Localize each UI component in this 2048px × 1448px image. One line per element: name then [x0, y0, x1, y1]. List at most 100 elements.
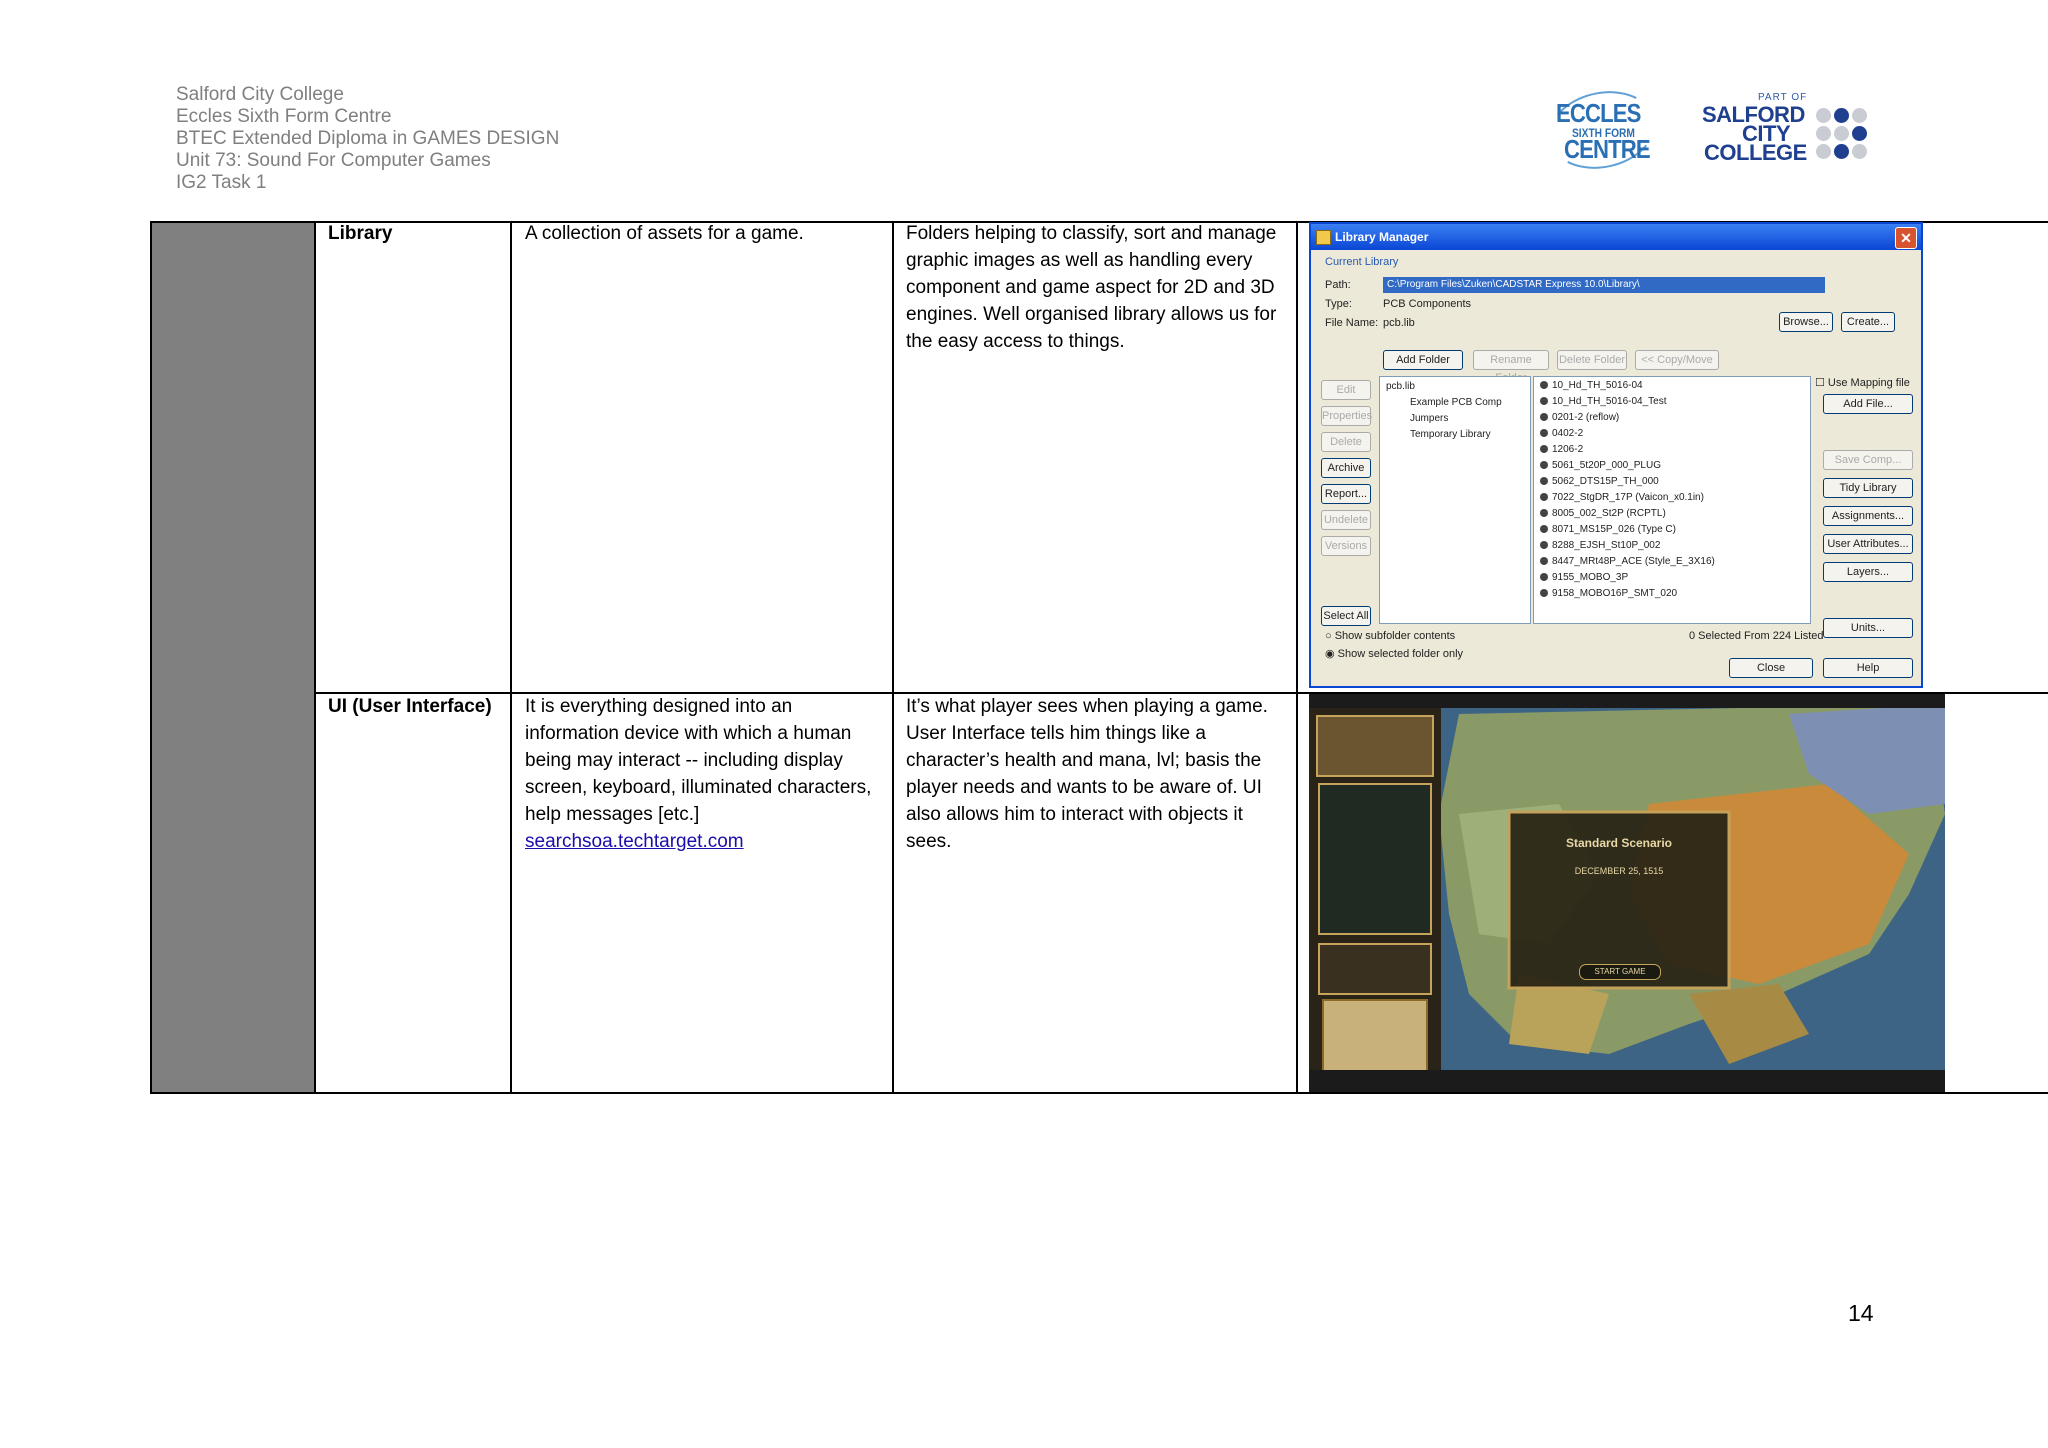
tree-item: Jumpers — [1410, 413, 1449, 424]
group-label: Current Library — [1325, 256, 1399, 268]
table-column-divider — [892, 221, 894, 1094]
header-task: IG2 Task 1 — [176, 172, 267, 193]
tidy-library-button: Tidy Library — [1823, 478, 1913, 498]
eccles-centre-logo: ECCLES SIXTH FORM CENTRE — [1541, 81, 1663, 179]
radio-selected-folder-label: Show selected folder only — [1337, 648, 1464, 660]
document-header: Salford City College Eccles Sixth Form C… — [176, 84, 559, 194]
close-icon: ✕ — [1895, 227, 1917, 249]
header-college: Salford City College — [176, 84, 344, 105]
path-label: Path: — [1325, 279, 1351, 291]
list-item: 7022_StgDR_17P (Vaicon_x0.1in) — [1540, 492, 1704, 503]
undelete-button: Undelete — [1321, 510, 1371, 530]
path-value: C:\Program Files\Zuken\CADSTAR Express 1… — [1383, 277, 1825, 293]
table-cell-explanation: It’s what player sees when playing a gam… — [906, 696, 1268, 852]
list-item: 5061_5t20P_000_PLUG — [1540, 460, 1661, 471]
delete-button: Delete — [1321, 432, 1371, 452]
properties-button: Properties — [1321, 406, 1372, 426]
header-unit: Unit 73: Sound For Computer Games — [176, 150, 491, 171]
salford-city-college-logo: PART OF SALFORD CITY COLLEGE — [1700, 90, 1870, 170]
library-icon — [1316, 230, 1331, 245]
list-item: 8071_MS15P_026 (Type C) — [1540, 524, 1676, 535]
units-button: Units... — [1823, 618, 1913, 638]
rename-folder-button: Rename Folder — [1473, 350, 1549, 384]
add-folder-button: Add Folder — [1383, 350, 1463, 370]
browse-button: Browse... — [1779, 312, 1833, 332]
use-mapping-label: Use Mapping file — [1827, 377, 1910, 389]
logo-dot — [1816, 108, 1831, 123]
component-list-panel: 10_Hd_TH_5016-04 10_Hd_TH_5016-04_Test 0… — [1533, 376, 1811, 624]
use-mapping-checkbox: ☐ Use Mapping file — [1815, 377, 1910, 389]
add-file-button: Add File... — [1823, 394, 1913, 414]
assignments-button: Assignments... — [1823, 506, 1913, 526]
logo-dot — [1816, 126, 1831, 141]
header-centre: Eccles Sixth Form Centre — [176, 106, 392, 127]
game-ui-screenshot: Standard Scenario DECEMBER 25, 1515 STAR… — [1309, 694, 1945, 1092]
logo-dot — [1852, 144, 1867, 159]
game-start-button: START GAME — [1579, 964, 1661, 980]
close-button: Close — [1729, 658, 1813, 678]
table-grey-column — [151, 222, 315, 1094]
list-item: 0402-2 — [1540, 428, 1583, 439]
table-cell-term: Library — [328, 223, 393, 244]
logo-dot — [1834, 108, 1849, 123]
type-value: PCB Components — [1383, 298, 1472, 310]
folder-tree-panel: pcb.lib Example PCB Comp Jumpers Tempora… — [1379, 376, 1531, 624]
logo-dot — [1816, 144, 1831, 159]
logo-dot — [1834, 144, 1849, 159]
edit-button: Edit — [1321, 380, 1371, 400]
source-link[interactable]: searchsoa.techtarget.com — [525, 831, 744, 852]
file-label: File Name: — [1325, 317, 1379, 329]
list-item: 1206-2 — [1540, 444, 1583, 455]
definition-text: It is everything designed into an inform… — [525, 696, 872, 825]
user-attributes-button: User Attributes... — [1823, 534, 1913, 554]
page-number: 14 — [1848, 1300, 1874, 1326]
list-item: 8288_EJSH_St10P_002 — [1540, 540, 1660, 551]
radio-subfolder: ○ Show subfolder contents — [1325, 630, 1456, 642]
window-title: Library Manager — [1335, 230, 1429, 244]
list-item: 0201-2 (reflow) — [1540, 412, 1619, 423]
list-item: 9155_MOBO_3P — [1540, 572, 1628, 583]
tree-item: Temporary Library — [1410, 429, 1491, 440]
table-cell-definition: It is everything designed into an inform… — [525, 693, 887, 855]
select-all-button: Select All — [1321, 606, 1371, 626]
list-item: 8447_MRt48P_ACE (Style_E_3X16) — [1540, 556, 1715, 567]
game-map-image — [1309, 694, 1945, 1092]
list-item: 10_Hd_TH_5016-04_Test — [1540, 396, 1667, 407]
create-button: Create... — [1841, 312, 1895, 332]
list-item: 5062_DTS15P_TH_000 — [1540, 476, 1659, 487]
game-dialog-title: Standard Scenario — [1565, 836, 1673, 850]
delete-folder-button: Delete Folder — [1557, 350, 1627, 370]
list-item: 9158_MOBO16P_SMT_020 — [1540, 588, 1677, 599]
copy-move-button: << Copy/Move — [1635, 350, 1719, 370]
status-text: 0 Selected From 224 Listed — [1689, 630, 1824, 642]
logo-dot — [1852, 108, 1867, 123]
logo-text-eccles: ECCLES — [1556, 98, 1641, 128]
logo-text-centre: CENTRE — [1564, 134, 1651, 164]
header-course: BTEC Extended Diploma in GAMES DESIGN — [176, 128, 560, 149]
save-comp-button: Save Comp... — [1823, 450, 1913, 470]
report-button: Report... — [1321, 484, 1371, 504]
list-item: 10_Hd_TH_5016-04 — [1540, 380, 1643, 391]
table-column-divider — [314, 221, 316, 1094]
tree-item: Example PCB Comp — [1410, 397, 1502, 408]
logo-dot — [1834, 126, 1849, 141]
table-border-left — [150, 221, 152, 1094]
game-dialog-date: DECEMBER 25, 1515 — [1574, 866, 1664, 876]
versions-button: Versions — [1321, 536, 1371, 556]
type-label: Type: — [1325, 298, 1352, 310]
tree-item: pcb.lib — [1386, 381, 1415, 392]
library-manager-titlebar: Library Manager ✕ — [1311, 224, 1921, 250]
table-cell-definition: A collection of assets for a game. — [525, 223, 804, 244]
table-cell-term: UI (User Interface) — [328, 696, 492, 717]
layers-button: Layers... — [1823, 562, 1913, 582]
logo-dot — [1852, 126, 1867, 141]
table-column-divider — [510, 221, 512, 1094]
radio-subfolder-label: Show subfolder contents — [1334, 630, 1456, 642]
radio-selected-folder: ◉ Show selected folder only — [1325, 648, 1464, 660]
archive-button: Archive — [1321, 458, 1371, 478]
table-cell-explanation: Folders helping to classify, sort and ma… — [906, 223, 1277, 352]
table-column-divider — [1296, 221, 1298, 1094]
file-value: pcb.lib — [1383, 317, 1415, 329]
logo-word-college: COLLEGE — [1704, 140, 1807, 165]
help-button: Help — [1823, 658, 1913, 678]
